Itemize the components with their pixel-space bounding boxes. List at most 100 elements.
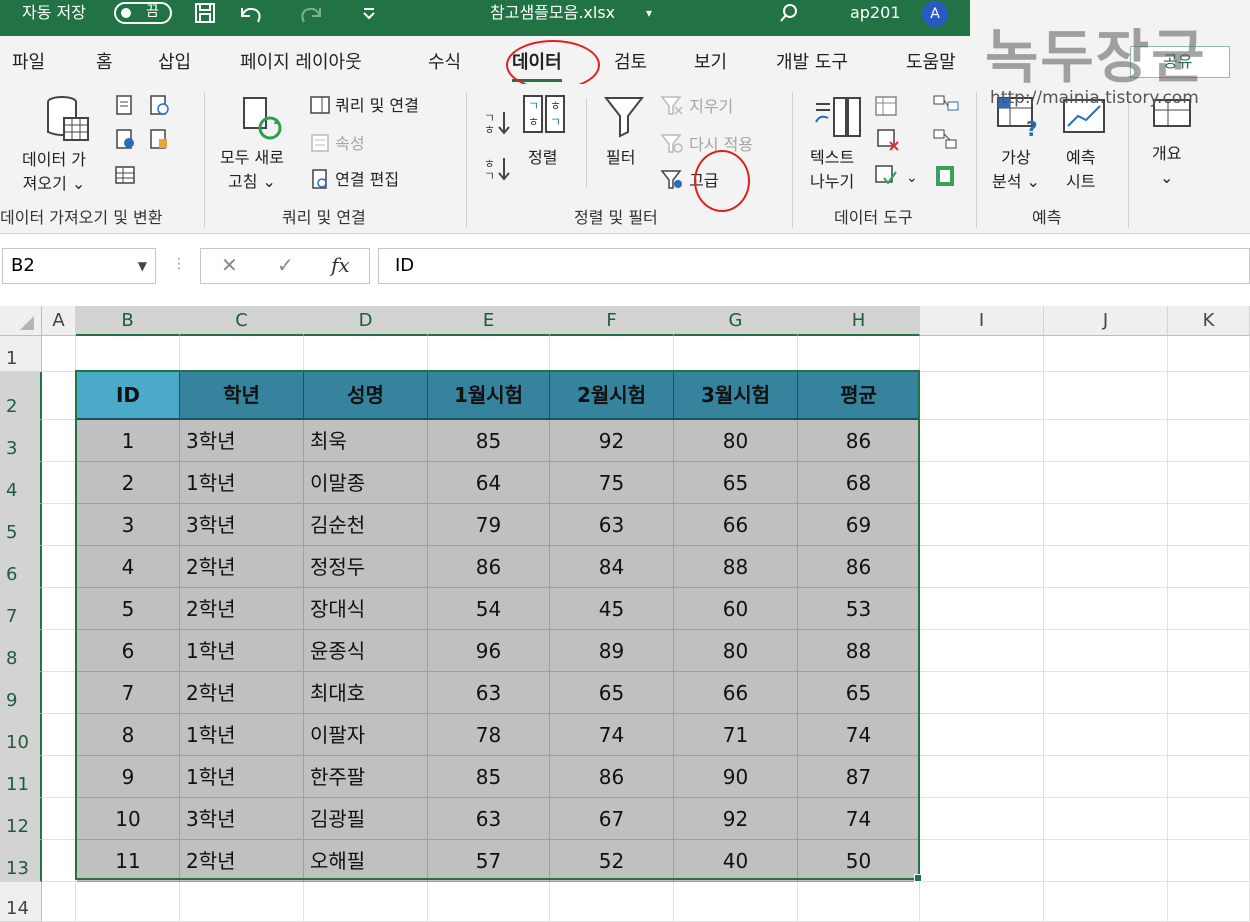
row-header[interactable]: 14 bbox=[0, 882, 42, 922]
table-cell[interactable]: 2학년 bbox=[180, 546, 304, 588]
table-cell[interactable]: 74 bbox=[798, 714, 920, 756]
grid-cell[interactable] bbox=[1044, 672, 1168, 714]
row-header[interactable]: 10 bbox=[0, 714, 42, 756]
table-cell[interactable]: 50 bbox=[798, 840, 920, 882]
table-cell[interactable]: 1학년 bbox=[180, 756, 304, 798]
row-header[interactable]: 5 bbox=[0, 504, 42, 546]
table-cell[interactable]: 최대호 bbox=[304, 672, 428, 714]
existing-connections-icon[interactable] bbox=[148, 128, 170, 150]
table-cell[interactable]: 89 bbox=[550, 630, 674, 672]
row-header[interactable]: 7 bbox=[0, 588, 42, 630]
grid-cell[interactable] bbox=[920, 714, 1044, 756]
column-header[interactable]: K bbox=[1168, 306, 1250, 336]
from-text-icon[interactable] bbox=[114, 94, 136, 116]
grid-cell[interactable] bbox=[550, 336, 674, 372]
table-cell[interactable]: 52 bbox=[550, 840, 674, 882]
table-cell[interactable]: 40 bbox=[674, 840, 798, 882]
table-header-cell[interactable]: 3월시험 bbox=[674, 372, 798, 420]
name-box-chevron-icon[interactable]: ▼ bbox=[138, 249, 147, 283]
grid-cell[interactable] bbox=[920, 882, 1044, 922]
table-cell[interactable]: 5 bbox=[77, 588, 180, 630]
table-cell[interactable]: 장대식 bbox=[304, 588, 428, 630]
name-box[interactable]: B2 ▼ bbox=[2, 248, 156, 284]
data-validation-chevron-icon[interactable]: ⌄ bbox=[906, 166, 918, 190]
table-cell[interactable]: 75 bbox=[550, 462, 674, 504]
tab-file[interactable]: 파일 bbox=[12, 48, 45, 74]
grid-cell[interactable] bbox=[920, 840, 1044, 882]
tab-insert[interactable]: 삽입 bbox=[158, 48, 191, 74]
queries-connections-button[interactable]: 쿼리 및 연결 bbox=[310, 94, 419, 118]
grid-cell[interactable] bbox=[428, 882, 550, 922]
grid-cell[interactable] bbox=[674, 336, 798, 372]
grid-cell[interactable] bbox=[42, 336, 76, 372]
grid-cell[interactable] bbox=[920, 798, 1044, 840]
tab-review[interactable]: 검토 bbox=[614, 48, 647, 74]
table-cell[interactable]: 86 bbox=[550, 756, 674, 798]
fill-handle[interactable] bbox=[914, 874, 922, 882]
row-header[interactable]: 8 bbox=[0, 630, 42, 672]
tab-formulas[interactable]: 수식 bbox=[428, 48, 461, 74]
column-header[interactable]: C bbox=[180, 306, 304, 336]
table-cell[interactable]: 64 bbox=[428, 462, 550, 504]
table-cell[interactable]: 8 bbox=[77, 714, 180, 756]
grid-cell[interactable] bbox=[1044, 588, 1168, 630]
row-header[interactable]: 12 bbox=[0, 798, 42, 840]
clear-button[interactable]: 지우기 bbox=[660, 94, 733, 119]
search-icon[interactable] bbox=[778, 2, 800, 24]
grid-cell[interactable] bbox=[42, 630, 76, 672]
table-cell[interactable]: 80 bbox=[674, 630, 798, 672]
table-cell[interactable]: 63 bbox=[428, 672, 550, 714]
table-header-cell[interactable]: 평균 bbox=[798, 372, 920, 420]
grid-cell[interactable] bbox=[1168, 462, 1250, 504]
table-cell[interactable]: 한주팔 bbox=[304, 756, 428, 798]
column-header[interactable]: F bbox=[550, 306, 674, 336]
table-cell[interactable]: 66 bbox=[674, 672, 798, 714]
table-cell[interactable]: 74 bbox=[550, 714, 674, 756]
grid-cell[interactable] bbox=[42, 462, 76, 504]
table-cell[interactable]: 86 bbox=[428, 546, 550, 588]
grid-cell[interactable] bbox=[42, 672, 76, 714]
grid-cell[interactable] bbox=[920, 756, 1044, 798]
grid-cell[interactable] bbox=[1044, 462, 1168, 504]
grid-cell[interactable] bbox=[42, 714, 76, 756]
column-header[interactable]: G bbox=[674, 306, 798, 336]
sort-za-icon[interactable]: ㅎㄱ bbox=[484, 154, 512, 182]
table-cell[interactable]: 이말종 bbox=[304, 462, 428, 504]
table-cell[interactable]: 최욱 bbox=[304, 420, 428, 462]
relationships-icon[interactable] bbox=[932, 128, 960, 152]
table-cell[interactable]: 86 bbox=[798, 420, 920, 462]
from-table-icon[interactable] bbox=[114, 164, 136, 186]
grid-cell[interactable] bbox=[674, 882, 798, 922]
avatar[interactable]: A bbox=[922, 1, 948, 27]
table-header-cell[interactable]: 성명 bbox=[304, 372, 428, 420]
filter-button[interactable]: 필터 bbox=[606, 146, 635, 170]
consolidate-icon[interactable] bbox=[932, 94, 960, 118]
table-cell[interactable]: 65 bbox=[798, 672, 920, 714]
table-cell[interactable]: 3학년 bbox=[180, 504, 304, 546]
table-cell[interactable]: 2학년 bbox=[180, 588, 304, 630]
data-model-icon[interactable] bbox=[932, 164, 960, 188]
table-header-cell[interactable]: 학년 bbox=[180, 372, 304, 420]
grid-cell[interactable] bbox=[1044, 372, 1168, 420]
grid-cell[interactable] bbox=[1044, 882, 1168, 922]
table-cell[interactable]: 85 bbox=[428, 756, 550, 798]
grid-cell[interactable] bbox=[920, 546, 1044, 588]
row-header[interactable]: 3 bbox=[0, 420, 42, 462]
table-cell[interactable]: 3학년 bbox=[180, 420, 304, 462]
text-to-columns-button[interactable]: 텍스트 나누기 bbox=[810, 146, 854, 194]
grid-cell[interactable] bbox=[42, 840, 76, 882]
table-cell[interactable]: 4 bbox=[77, 546, 180, 588]
from-web-icon[interactable] bbox=[114, 128, 136, 150]
grid-cell[interactable] bbox=[1168, 588, 1250, 630]
grid-cell[interactable] bbox=[42, 372, 76, 420]
column-header[interactable]: J bbox=[1044, 306, 1168, 336]
refresh-all-button[interactable]: 모두 새로 고침 ⌄ bbox=[220, 146, 284, 194]
grid-cell[interactable] bbox=[798, 336, 920, 372]
table-cell[interactable]: 7 bbox=[77, 672, 180, 714]
row-header[interactable]: 11 bbox=[0, 756, 42, 798]
table-cell[interactable]: 71 bbox=[674, 714, 798, 756]
table-cell[interactable]: 87 bbox=[798, 756, 920, 798]
grid-cell[interactable] bbox=[180, 882, 304, 922]
grid-cell[interactable] bbox=[1168, 840, 1250, 882]
row-header[interactable]: 13 bbox=[0, 840, 42, 882]
